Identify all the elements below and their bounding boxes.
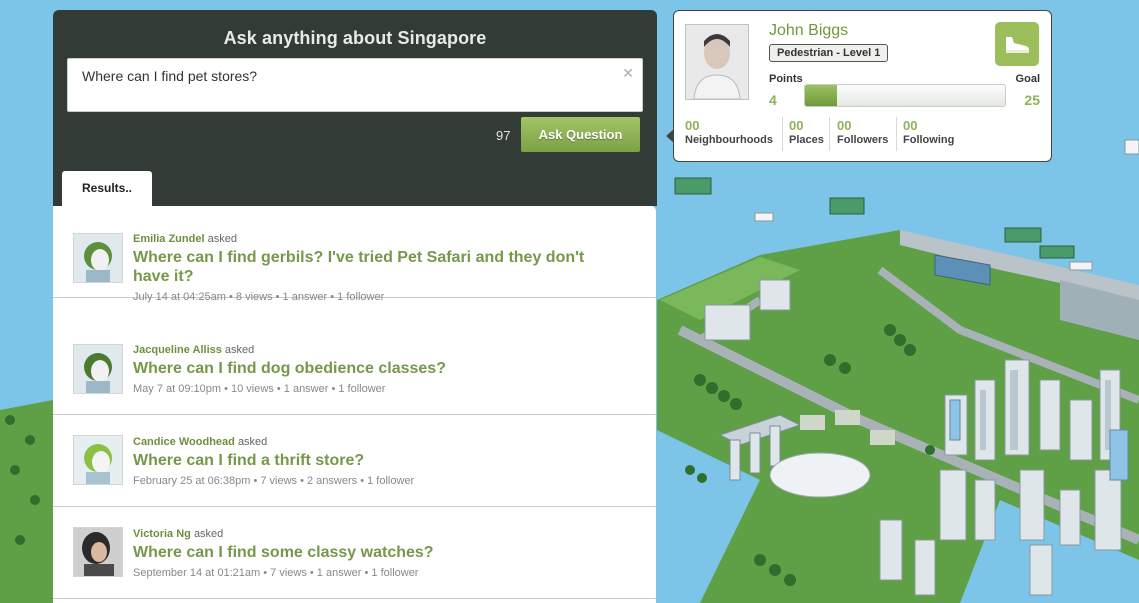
stat-neighbourhoods[interactable]: 00 Neighbourhoods bbox=[685, 118, 773, 147]
stat-label: Following bbox=[903, 134, 955, 146]
shoe-icon[interactable] bbox=[995, 22, 1039, 66]
character-count: 97 bbox=[496, 128, 511, 143]
stat-followers[interactable]: 00 Followers bbox=[837, 118, 888, 147]
clear-icon[interactable]: ✕ bbox=[622, 65, 634, 82]
question-item: Victoria Ng asked Where can I find some … bbox=[53, 507, 656, 599]
stat-value: 00 bbox=[903, 118, 918, 133]
goal-value: 25 bbox=[1024, 92, 1040, 108]
stat-label: Places bbox=[789, 134, 824, 146]
points-value: 4 bbox=[769, 92, 777, 108]
results-list: Emilia Zundel asked Where can I find ger… bbox=[53, 206, 656, 603]
author-name[interactable]: Jacqueline Alliss bbox=[133, 344, 222, 356]
cartoon-avatar-icon[interactable] bbox=[73, 344, 123, 394]
photo-avatar-icon[interactable] bbox=[73, 527, 123, 577]
profile-card: John Biggs Pedestrian - Level 1 Points G… bbox=[666, 10, 1052, 162]
stat-value: 00 bbox=[837, 118, 852, 133]
question-meta: July 14 at 04:25am • 8 views • 1 answer … bbox=[133, 291, 385, 303]
ask-title: Ask anything about Singapore bbox=[223, 28, 487, 48]
points-progress-fill bbox=[805, 85, 837, 106]
user-name[interactable]: John Biggs bbox=[769, 22, 848, 40]
question-title[interactable]: Where can I find gerbils? I've tried Pet… bbox=[133, 248, 603, 286]
stat-places[interactable]: 00 Places bbox=[789, 118, 824, 147]
stat-label: Neighbourhoods bbox=[685, 134, 773, 146]
card-pointer bbox=[666, 129, 674, 143]
tab-results[interactable]: Results.. bbox=[62, 171, 152, 207]
question-meta: September 14 at 01:21am • 7 views • 1 an… bbox=[133, 567, 419, 579]
question-item: Emilia Zundel asked Where can I find ger… bbox=[53, 206, 656, 303]
asked-label: asked bbox=[207, 233, 237, 245]
question-title[interactable]: Where can I find some classy watches? bbox=[133, 543, 603, 562]
question-item: Jacqueline Alliss asked Where can I find… bbox=[53, 323, 656, 415]
question-input[interactable] bbox=[82, 68, 602, 84]
asked-label: asked bbox=[237, 436, 268, 448]
profile-photo[interactable] bbox=[685, 24, 749, 100]
stat-label: Followers bbox=[837, 134, 889, 146]
ask-question-button[interactable]: Ask Question bbox=[521, 117, 640, 152]
stat-value: 00 bbox=[685, 118, 700, 133]
goal-label: Goal bbox=[1015, 73, 1040, 85]
question-box[interactable]: ✕ bbox=[67, 58, 643, 112]
question-title[interactable]: Where can I find a thrift store? bbox=[133, 451, 603, 470]
question-meta: May 7 at 09:10pm • 10 views • 1 answer •… bbox=[133, 383, 386, 395]
question-title[interactable]: Where can I find dog obedience classes? bbox=[133, 359, 603, 378]
cartoon-avatar-icon[interactable] bbox=[73, 435, 123, 485]
question-meta: February 25 at 06:38pm • 7 views • 2 ans… bbox=[133, 475, 415, 487]
stat-divider bbox=[896, 117, 897, 151]
points-label: Points bbox=[769, 73, 803, 85]
asked-label: asked bbox=[193, 528, 224, 540]
question-item: Candice Woodhead asked Where can I find … bbox=[53, 415, 656, 507]
author-name[interactable]: Candice Woodhead bbox=[133, 436, 235, 448]
level-badge: Pedestrian - Level 1 bbox=[769, 44, 889, 62]
author-name[interactable]: Emilia Zundel bbox=[133, 233, 205, 245]
cartoon-avatar-icon[interactable] bbox=[73, 233, 123, 283]
stat-divider bbox=[782, 117, 783, 151]
asked-label: asked bbox=[224, 344, 255, 356]
stat-divider bbox=[829, 117, 830, 151]
ask-panel: Ask anything about Singapore ✕ 97 Ask Qu… bbox=[53, 10, 657, 207]
author-name[interactable]: Victoria Ng bbox=[133, 528, 191, 540]
stat-following[interactable]: 00 Following bbox=[903, 118, 954, 147]
stat-value: 00 bbox=[789, 118, 804, 133]
points-progress-bar bbox=[804, 84, 1006, 107]
